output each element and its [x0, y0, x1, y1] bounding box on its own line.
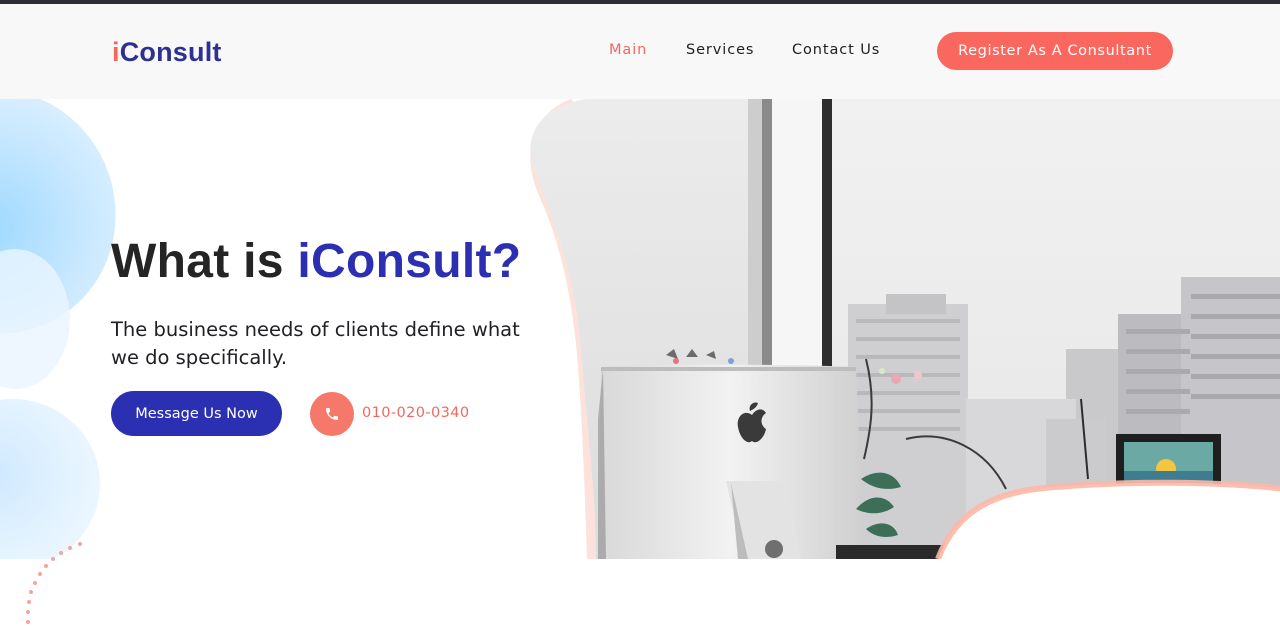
phone-number[interactable]: 010-020-0340 [362, 405, 470, 421]
message-us-button[interactable]: Message Us Now [111, 391, 282, 436]
nav-services[interactable]: Services [686, 42, 754, 58]
hero-title: What is iConsult? [111, 234, 521, 289]
decorative-dots [26, 542, 82, 624]
phone-icon [326, 408, 338, 420]
hero-title-plain: What is [111, 235, 298, 288]
register-consultant-button[interactable]: Register As A Consultant [937, 32, 1173, 70]
hero-title-accent: iConsult? [297, 235, 522, 288]
phone-button[interactable] [310, 392, 354, 436]
hero-image [526, 99, 1280, 559]
logo[interactable]: iConsult [112, 37, 222, 68]
nav-contact-us[interactable]: Contact Us [792, 42, 880, 58]
hero-description: The business needs of clients define wha… [111, 318, 520, 369]
site-header: iConsult Main Services Contact Us Regist… [0, 4, 1280, 99]
logo-text: Consult [119, 37, 222, 67]
hero-section: What is iConsult? The business needs of … [0, 99, 1280, 559]
nav-main[interactable]: Main [609, 42, 647, 58]
logo-i: i [112, 37, 120, 67]
